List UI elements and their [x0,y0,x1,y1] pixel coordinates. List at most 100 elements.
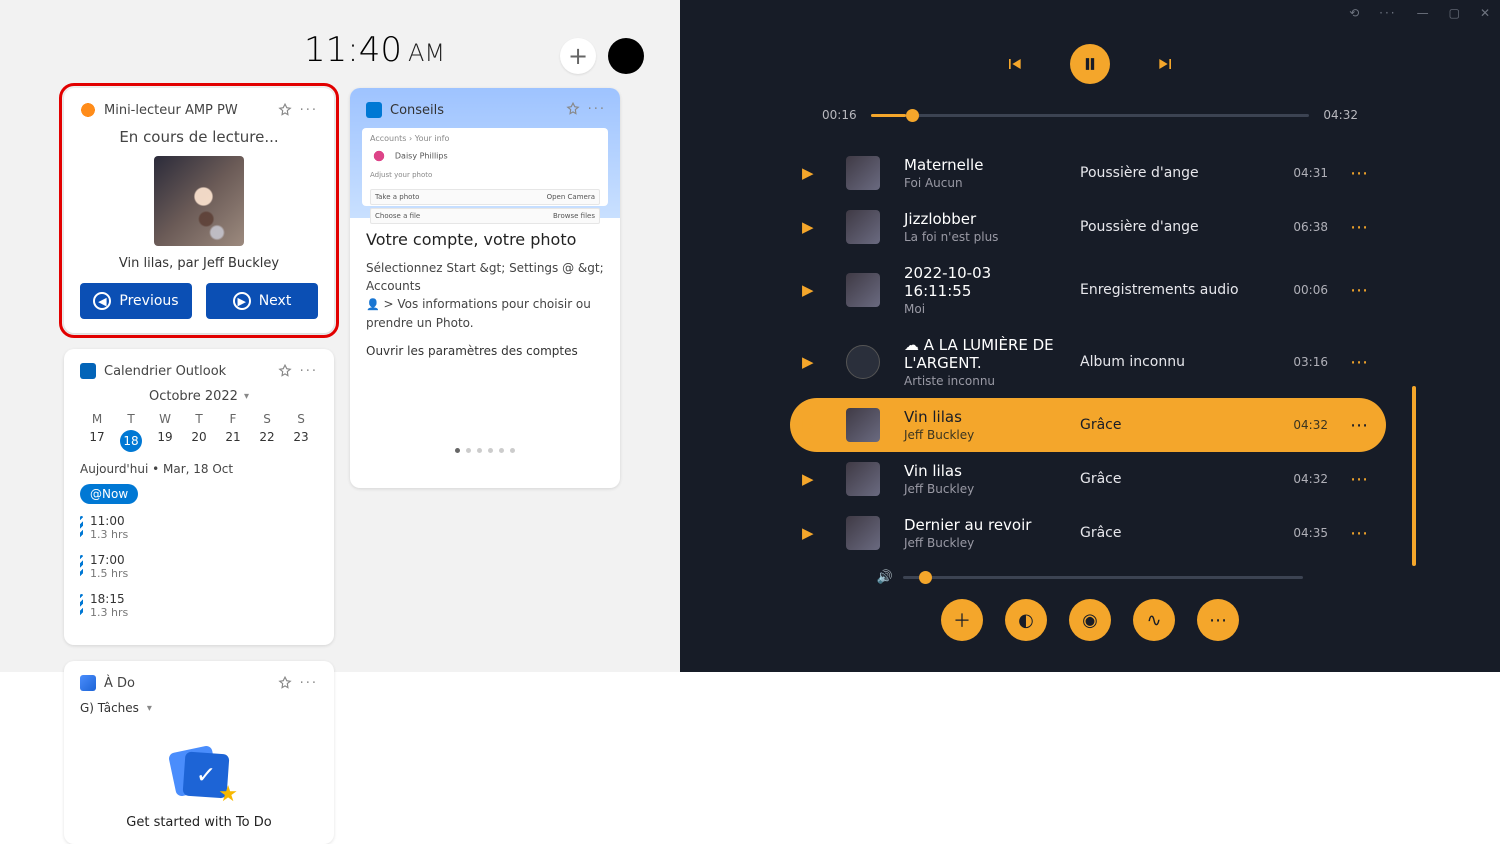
track-row[interactable]: ▶2022-10-03 16:11:55MoiEnregistrements a… [790,254,1386,326]
row-play-icon[interactable]: ▶ [802,218,828,236]
track-row[interactable]: ▶Dernier au revoirJeff BuckleyGrâce04:35… [790,506,1386,560]
row-more-icon[interactable]: ⋯ [1346,523,1374,544]
track-row[interactable]: ▶MaternelleFoi AucunPoussière d'ange04:3… [790,146,1386,200]
pin-icon[interactable] [278,676,292,690]
calendar-days[interactable]: 17181920212223 [80,430,318,452]
tracklist-scrollbar[interactable] [1412,386,1416,566]
more-icon[interactable]: ··· [300,676,318,691]
pin-icon[interactable] [566,102,580,116]
minimize-icon[interactable]: — [1417,6,1429,20]
pin-icon[interactable] [278,103,292,117]
tips-action-link[interactable]: Ouvrir les paramètres des comptes [366,344,604,358]
maximize-icon[interactable]: ▢ [1449,6,1460,20]
todo-tasks-line[interactable]: G) Tâches ▾ [80,701,318,715]
track-row[interactable]: ▶JizzlobberLa foi n'est plusPoussière d'… [790,200,1386,254]
row-thumb [846,516,880,550]
widgets-board: 11:40 AM + Mini-lecteur AMP PW ··· En co… [0,0,680,672]
row-meta: Vin lilasJeff Buckley [904,408,1062,442]
track-row[interactable]: ▶ Vin lilasJeff Buckley Grâce 04:32 ⋯ [790,398,1386,452]
calendar-now-pill[interactable]: @Now [80,484,138,504]
shot-adjust: Adjust your photo [370,171,600,179]
todo-getstarted: Get started with To Do [80,815,318,830]
time-dur: 04:32 [1323,108,1358,122]
shot-avatar [370,147,388,165]
theme-button[interactable]: ◐ [1005,599,1047,641]
menu-icon[interactable]: ··· [1379,6,1396,20]
more-icon[interactable]: ··· [300,103,318,118]
tips-app-icon [366,102,382,118]
clock-ampm: AM [408,39,445,67]
row-album: Album inconnu [1080,354,1250,370]
shuffle-button[interactable]: ∿ [1133,599,1175,641]
row-more-icon[interactable]: ⋯ [1346,352,1374,373]
calendar-dow: MTWTFSS [80,412,318,426]
close-icon[interactable]: ✕ [1480,6,1490,20]
row-more-icon[interactable]: ⋯ [1346,415,1374,436]
row-meta: Dernier au revoirJeff Buckley [904,516,1062,550]
shot-name: Daisy Phillips [395,152,448,161]
pin-icon[interactable] [278,364,292,378]
row-album: Grâce [1080,525,1250,541]
tips-title: Conseils [390,103,444,118]
pause-button[interactable] [1070,44,1110,84]
track-row[interactable]: ▶☁ A LA LUMIÈRE DE L'ARGENT.Artiste inco… [790,326,1386,398]
clock-time: 11:40 [304,30,402,70]
row-album: Enregistrements audio [1080,282,1250,298]
more-icon[interactable]: ··· [588,102,606,117]
volume-icon[interactable]: 🔊 [877,570,893,585]
chevron-down-icon: ▾ [147,703,152,714]
calendar-month[interactable]: Octobre 2022 ▾ [80,389,318,404]
row-duration: 04:32 [1268,472,1328,486]
add-widget-button[interactable]: + [560,38,596,74]
bottom-buttons: ＋ ◐ ◉ ∿ ⋯ [702,599,1478,641]
miniplayer-app-icon [80,102,96,118]
row-play-icon[interactable]: ▶ [802,524,828,542]
row-play-icon[interactable]: ▶ [802,353,828,371]
sync-icon[interactable]: ⟲ [1349,6,1359,20]
row-more-icon[interactable]: ⋯ [1346,217,1374,238]
row-play-icon[interactable]: ▶ [802,164,828,182]
calendar-slot[interactable]: 17:001.5 hrs [80,553,318,580]
volume-track[interactable] [903,576,1303,579]
record-button[interactable]: ◉ [1069,599,1111,641]
calendar-slot[interactable]: 11:001.3 hrs [80,514,318,541]
more-button[interactable]: ⋯ [1197,599,1239,641]
previous-button[interactable]: ◀ Previous [80,283,192,319]
row-thumb [846,462,880,496]
row-play-icon[interactable]: ▶ [802,416,828,434]
seek-track[interactable] [871,114,1310,117]
add-button[interactable]: ＋ [941,599,983,641]
shot-row: Take a photoOpen Camera [370,189,600,205]
clock-row: 11:40 AM + [24,20,656,76]
next-button[interactable]: ▶ Next [206,283,318,319]
next-track-button[interactable] [1146,44,1186,84]
row-album: Poussière d'ange [1080,219,1250,235]
track-row[interactable]: ▶Vin lilasJeff BuckleyGrâce04:32⋯ [790,452,1386,506]
shot-row: Choose a fileBrowse files [370,208,600,224]
calendar-slot[interactable]: 18:151.3 hrs [80,592,318,619]
row-more-icon[interactable]: ⋯ [1346,280,1374,301]
row-play-icon[interactable]: ▶ [802,281,828,299]
row-more-icon[interactable]: ⋯ [1346,163,1374,184]
outlook-app-icon [80,363,96,379]
row-play-icon[interactable]: ▶ [802,470,828,488]
amp-player: ⟲ ··· — ▢ ✕ 00:16 04:32 ▶MaternelleFoi A… [680,0,1500,672]
row-more-icon[interactable]: ⋯ [1346,469,1374,490]
todo-card: À Do ··· G) Tâches ▾ ✓ ★ Get started wit… [64,661,334,844]
time-bar[interactable]: 00:16 04:32 [822,108,1358,122]
tips-screenshot: Conseils ··· Accounts › Your info Daisy … [350,88,620,218]
prev-track-button[interactable] [994,44,1034,84]
calendar-today-line: Aujourd'hui • Mar, 18 Oct [80,462,318,476]
tips-body: Sélectionnez Start &gt; Settings @ &gt; … [366,259,604,332]
tips-pager[interactable] [366,448,604,453]
avatar[interactable] [608,38,644,74]
shot-breadcrumb: Accounts › Your info [370,134,600,143]
row-duration: 04:32 [1268,418,1328,432]
miniplayer-title: Mini-lecteur AMP PW [104,103,270,118]
now-playing-label: En cours de lecture... [80,128,318,146]
row-thumb [846,408,880,442]
track-line: Vin lilas, par Jeff Buckley [80,256,318,271]
more-icon[interactable]: ··· [300,364,318,379]
next-label: Next [259,293,292,309]
row-album: Grâce [1080,417,1250,433]
